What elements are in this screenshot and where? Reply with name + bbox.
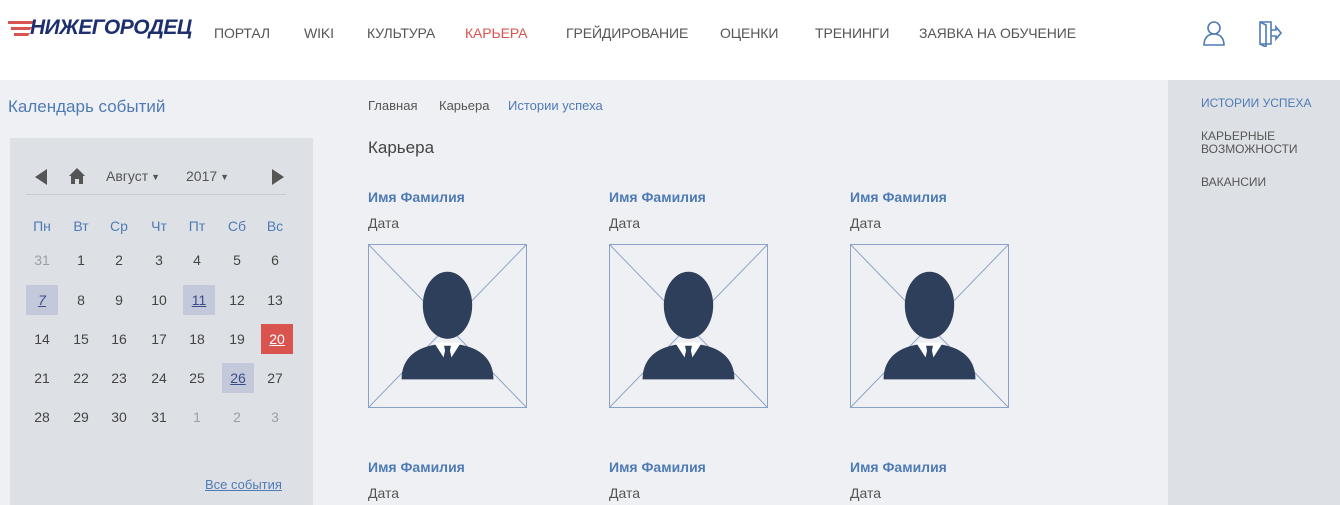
calendar-day[interactable]: 27 xyxy=(259,363,291,393)
weekday-label: Вс xyxy=(266,218,284,234)
breadcrumb-current: Истории успеха xyxy=(508,98,603,113)
year-select[interactable]: 2017 ▼ xyxy=(186,168,229,184)
person-photo-placeholder[interactable] xyxy=(850,244,1009,408)
person-silhouette-icon xyxy=(369,245,526,407)
calendar-title: Календарь событий xyxy=(8,97,166,116)
calendar-day[interactable]: 31 xyxy=(143,402,175,432)
person-silhouette-icon xyxy=(610,245,767,407)
calendar-day[interactable]: 24 xyxy=(143,363,175,393)
person-name-link[interactable]: Имя Фамилия xyxy=(368,189,465,205)
person-photo-placeholder[interactable] xyxy=(609,244,768,408)
calendar-day[interactable]: 22 xyxy=(65,363,97,393)
calendar-day-event[interactable]: 7 xyxy=(26,285,58,315)
calendar-day[interactable]: 29 xyxy=(65,402,97,432)
nav-culture[interactable]: КУЛЬТУРА xyxy=(367,25,435,41)
person-photo-placeholder[interactable] xyxy=(368,244,527,408)
calendar-day[interactable]: 30 xyxy=(103,402,135,432)
calendar-day[interactable]: 13 xyxy=(259,285,291,315)
calendar-day[interactable]: 3 xyxy=(259,402,291,432)
person-name-link[interactable]: Имя Фамилия xyxy=(368,459,465,475)
weekday-label: Сб xyxy=(227,218,247,234)
prev-month-arrow-icon[interactable] xyxy=(35,169,47,185)
weekday-label: Пн xyxy=(33,218,51,234)
calendar-day[interactable]: 9 xyxy=(103,285,135,315)
calendar-day[interactable]: 17 xyxy=(143,324,175,354)
company-logo[interactable]: НИЖЕГОРОДЕЦ xyxy=(8,16,192,44)
user-icon[interactable] xyxy=(1201,19,1227,47)
month-select[interactable]: Август ▼ xyxy=(106,168,160,184)
logout-icon[interactable] xyxy=(1257,19,1283,47)
chevron-down-icon: ▼ xyxy=(151,172,161,183)
calendar-day[interactable]: 14 xyxy=(26,324,58,354)
all-events-link[interactable]: Все события xyxy=(205,477,282,492)
chevron-down-icon: ▼ xyxy=(220,172,230,183)
calendar-day[interactable]: 8 xyxy=(65,285,97,315)
nav-career[interactable]: КАРЬЕРА xyxy=(465,25,528,41)
person-date: Дата xyxy=(850,485,882,501)
home-icon[interactable] xyxy=(68,167,86,185)
calendar-day-event[interactable]: 11 xyxy=(183,285,215,315)
calendar-day[interactable]: 18 xyxy=(181,324,213,354)
calendar-day[interactable]: 31 xyxy=(26,245,58,275)
person-date: Дата xyxy=(609,485,641,501)
page-title: Карьера xyxy=(368,138,435,157)
logo-text: НИЖЕГОРОДЕЦ xyxy=(30,16,192,39)
person-date: Дата xyxy=(609,215,641,231)
calendar-day[interactable]: 15 xyxy=(65,324,97,354)
calendar-day[interactable]: 28 xyxy=(26,402,58,432)
weekday-label: Пт xyxy=(188,218,206,234)
calendar-day[interactable]: 12 xyxy=(221,285,253,315)
right-menu-career-opportunities[interactable]: КАРЬЕРНЫЕ ВОЗМОЖНОСТИ xyxy=(1201,130,1331,156)
calendar-day[interactable]: 1 xyxy=(65,245,97,275)
right-menu-success-stories[interactable]: ИСТОРИИ УСПЕХА xyxy=(1201,97,1331,110)
weekday-label: Ср xyxy=(110,218,128,234)
calendar-day[interactable]: 21 xyxy=(26,363,58,393)
calendar-day-today[interactable]: 20 xyxy=(261,324,293,354)
calendar-day[interactable]: 10 xyxy=(143,285,175,315)
weekday-label: Вт xyxy=(73,218,89,234)
nav-grading[interactable]: ГРЕЙДИРОВАНИЕ xyxy=(566,25,688,41)
calendar-day[interactable]: 16 xyxy=(103,324,135,354)
calendar-day[interactable]: 25 xyxy=(181,363,213,393)
next-month-arrow-icon[interactable] xyxy=(272,169,284,185)
person-name-link[interactable]: Имя Фамилия xyxy=(609,189,706,205)
person-name-link[interactable]: Имя Фамилия xyxy=(609,459,706,475)
person-silhouette-icon xyxy=(851,245,1008,407)
nav-portal[interactable]: ПОРТАЛ xyxy=(214,25,270,41)
person-date: Дата xyxy=(368,485,400,501)
calendar-day[interactable]: 1 xyxy=(181,402,213,432)
weekday-label: Чт xyxy=(151,218,167,234)
calendar-day[interactable]: 4 xyxy=(181,245,213,275)
calendar-day[interactable]: 6 xyxy=(259,245,291,275)
nav-training-request[interactable]: ЗАЯВКА НА ОБУЧЕНИЕ xyxy=(919,25,1076,41)
nav-wiki[interactable]: WIKI xyxy=(304,25,334,41)
breadcrumb-career[interactable]: Карьера xyxy=(439,98,490,113)
top-header: НИЖЕГОРОДЕЦ ПОРТАЛ WIKI КУЛЬТУРА КАРЬЕРА… xyxy=(0,0,1340,80)
person-date: Дата xyxy=(368,215,400,231)
nav-evaluations[interactable]: ОЦЕНКИ xyxy=(720,25,778,41)
calendar-nav: Август ▼ 2017 ▼ xyxy=(26,165,286,195)
calendar-day[interactable]: 19 xyxy=(221,324,253,354)
person-date: Дата xyxy=(850,215,882,231)
calendar-day[interactable]: 5 xyxy=(221,245,253,275)
breadcrumb-home[interactable]: Главная xyxy=(368,98,417,113)
nav-trainings[interactable]: ТРЕНИНГИ xyxy=(815,25,889,41)
person-name-link[interactable]: Имя Фамилия xyxy=(850,459,947,475)
calendar-day-event[interactable]: 26 xyxy=(222,363,254,393)
calendar-day[interactable]: 3 xyxy=(143,245,175,275)
person-name-link[interactable]: Имя Фамилия xyxy=(850,189,947,205)
calendar-day[interactable]: 2 xyxy=(221,402,253,432)
calendar-day[interactable]: 2 xyxy=(103,245,135,275)
right-menu-vacancies[interactable]: ВАКАНСИИ xyxy=(1201,176,1331,189)
calendar-day[interactable]: 23 xyxy=(103,363,135,393)
